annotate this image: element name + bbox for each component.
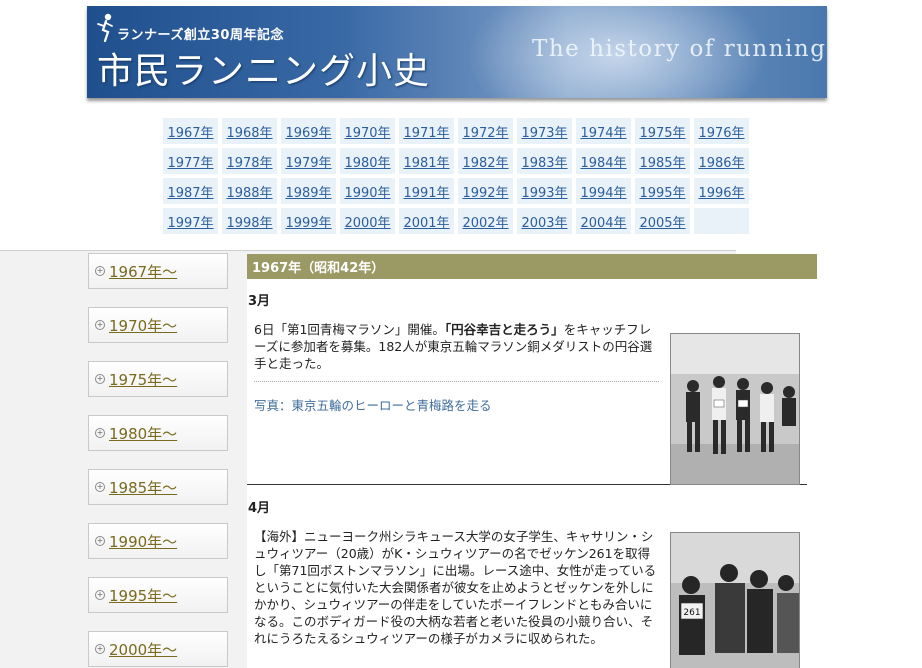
expand-plus-icon: + (95, 590, 105, 600)
year-link[interactable]: 1987年 (163, 178, 218, 204)
year-link[interactable]: 2004年 (576, 208, 631, 234)
year-link[interactable]: 1995年 (635, 178, 690, 204)
year-link[interactable]: 1972年 (458, 118, 513, 144)
expand-plus-icon: + (95, 320, 105, 330)
year-link[interactable]: 1973年 (517, 118, 572, 144)
sidebar-nav: +1967年〜 +1970年〜 +1975年〜 +1980年〜 +1985年〜 +1990… (88, 253, 228, 668)
banner-subtitle: ランナーズ創立30周年記念 (117, 28, 284, 43)
month-heading: 3月 (248, 294, 271, 309)
sidebar-item-link[interactable]: 1995年〜 (109, 585, 177, 606)
sidebar-item-link[interactable]: 2000年〜 (109, 639, 177, 660)
history-entry: 6日「第1回青梅マラソン」開催。「円谷幸吉と走ろう」をキャッチフレーズに参加者を… (247, 321, 817, 485)
site-banner: ランナーズ創立30周年記念 市民ランニング小史 The history of r… (87, 6, 827, 98)
entry-text-part: 6日「第1回青梅マラソン」開催。 (254, 322, 445, 337)
ome-marathon-photo (670, 333, 800, 485)
sidebar-item[interactable]: +1985年〜 (88, 469, 228, 505)
sidebar-item-link[interactable]: 1970年〜 (109, 315, 177, 336)
year-link[interactable]: 1967年 (163, 118, 218, 144)
photo-caption: 写真：東京五輪のヒーローと青梅路を走る (254, 398, 492, 413)
year-link[interactable]: 1999年 (281, 208, 336, 234)
year-link[interactable]: 1984年 (576, 148, 631, 174)
year-link[interactable]: 1969年 (281, 118, 336, 144)
year-link[interactable]: 1983年 (517, 148, 572, 174)
year-header: 1967年（昭和42年） (247, 254, 817, 279)
sidebar-item-link[interactable]: 1990年〜 (109, 531, 177, 552)
year-link[interactable]: 2001年 (399, 208, 454, 234)
expand-plus-icon: + (95, 428, 105, 438)
expand-plus-icon: + (95, 374, 105, 384)
year-link[interactable]: 1998年 (222, 208, 277, 234)
year-links-grid: 1967年 1968年 1969年 1970年 1971年 1972年 1973年 1974年… (163, 118, 749, 234)
year-link[interactable]: 1982年 (458, 148, 513, 174)
english-title: The history of running (532, 36, 827, 62)
expand-plus-icon: + (95, 644, 105, 654)
entry-text-bold: 「円谷幸吉と走ろう」 (444, 322, 564, 337)
year-link[interactable]: 1978年 (222, 148, 277, 174)
sidebar-item-link[interactable]: 1980年〜 (109, 423, 177, 444)
year-link[interactable]: 1981年 (399, 148, 454, 174)
sidebar-item-link[interactable]: 1975年〜 (109, 369, 177, 390)
year-link[interactable]: 1990年 (340, 178, 395, 204)
year-link[interactable]: 1968年 (222, 118, 277, 144)
runner-logo-icon (97, 13, 113, 42)
expand-plus-icon: + (95, 266, 105, 276)
runners-photo-image (671, 334, 799, 484)
year-link[interactable]: 1997年 (163, 208, 218, 234)
year-link[interactable]: 1980年 (340, 148, 395, 174)
expand-plus-icon: + (95, 536, 105, 546)
month-heading: 4月 (248, 501, 271, 516)
year-link[interactable]: 1989年 (281, 178, 336, 204)
year-link[interactable]: 1971年 (399, 118, 454, 144)
boston-photo-image: 261 (671, 533, 799, 668)
boston-marathon-photo: 261 (670, 532, 800, 668)
sidebar-item[interactable]: +1980年〜 (88, 415, 228, 451)
year-link[interactable]: 1986年 (694, 148, 749, 174)
entry-text: 【海外】ニューヨーク州シラキュース大学の女子学生、キャサリン・シュウィツアー（2… (254, 529, 657, 646)
year-link[interactable]: 2003年 (517, 208, 572, 234)
sidebar-item[interactable]: +1975年〜 (88, 361, 228, 397)
year-link[interactable]: 1974年 (576, 118, 631, 144)
sidebar-item[interactable]: +2000年〜 (88, 631, 228, 667)
expand-plus-icon: + (95, 482, 105, 492)
year-link[interactable]: 1996年 (694, 178, 749, 204)
year-link[interactable]: 2000年 (340, 208, 395, 234)
year-link[interactable]: 1992年 (458, 178, 513, 204)
year-link[interactable]: 2005年 (635, 208, 690, 234)
year-link[interactable]: 2002年 (458, 208, 513, 234)
year-link[interactable]: 1993年 (517, 178, 572, 204)
main-content: 1967年（昭和42年） 3月 6日「第1回青梅マラソン」開催。「円谷幸吉と走ろ… (247, 254, 817, 668)
sidebar-item-link[interactable]: 1985年〜 (109, 477, 177, 498)
entry-text: 6日「第1回青梅マラソン」開催。「円谷幸吉と走ろう」をキャッチフレーズに参加者を… (254, 321, 659, 372)
year-link[interactable]: 1970年 (340, 118, 395, 144)
sidebar-item[interactable]: +1995年〜 (88, 577, 228, 613)
year-link[interactable]: 1994年 (576, 178, 631, 204)
year-link[interactable]: 1976年 (694, 118, 749, 144)
sidebar-item[interactable]: +1970年〜 (88, 307, 228, 343)
history-entry: 【海外】ニューヨーク州シラキュース大学の女子学生、キャサリン・シュウィツアー（2… (247, 528, 817, 668)
sidebar-item[interactable]: +1990年〜 (88, 523, 228, 559)
sidebar-item-link[interactable]: 1967年〜 (109, 261, 177, 282)
dotted-separator (254, 381, 659, 382)
year-link[interactable]: 1975年 (635, 118, 690, 144)
svg-text:261: 261 (683, 608, 700, 618)
year-link[interactable]: 1985年 (635, 148, 690, 174)
year-link[interactable]: 1988年 (222, 178, 277, 204)
year-link[interactable]: 1977年 (163, 148, 218, 174)
year-grid-empty-cell (694, 208, 749, 234)
year-link[interactable]: 1979年 (281, 148, 336, 174)
page-title: 市民ランニング小史 (97, 51, 431, 92)
sidebar-item[interactable]: +1967年〜 (88, 253, 228, 289)
year-link[interactable]: 1991年 (399, 178, 454, 204)
